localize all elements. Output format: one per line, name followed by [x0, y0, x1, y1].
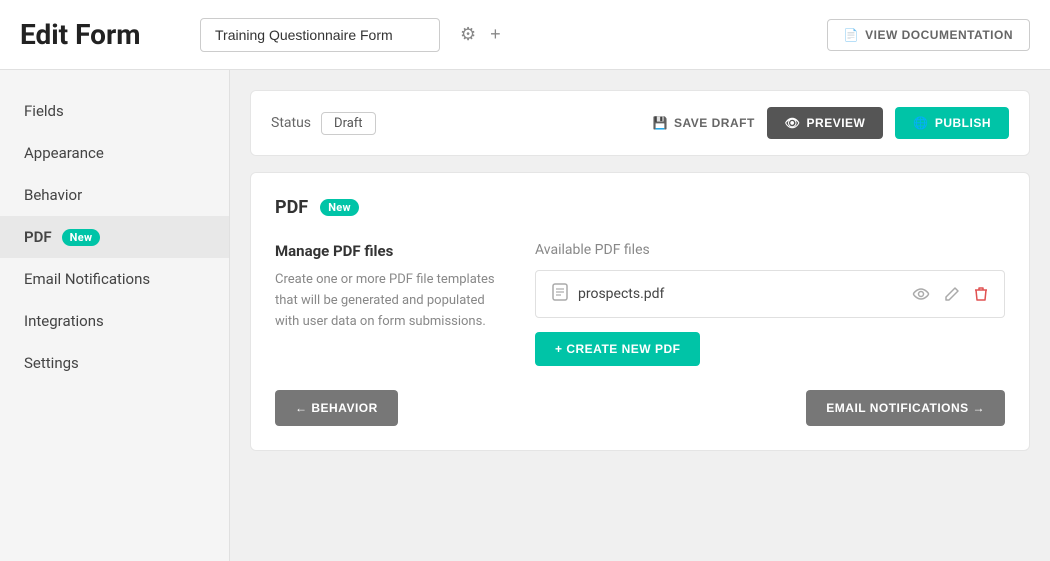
pdf-title: PDF — [275, 197, 308, 218]
save-draft-button[interactable]: 💾 SAVE DRAFT — [653, 116, 755, 130]
pdf-content: Manage PDF files Create one or more PDF … — [275, 242, 1005, 366]
new-badge: New — [62, 229, 101, 246]
view-doc-icon: 📄 — [844, 28, 859, 42]
preview-label: PREVIEW — [807, 116, 866, 130]
plus-icon[interactable]: + — [490, 24, 501, 45]
header: Edit Form ⚙ + 📄 VIEW DOCUMENTATION — [0, 0, 1050, 70]
view-pdf-button[interactable] — [912, 288, 930, 300]
back-behavior-button[interactable]: ← BEHAVIOR — [275, 390, 398, 426]
pdf-left-panel: Manage PDF files Create one or more PDF … — [275, 242, 495, 366]
main-content: Status Draft 💾 SAVE DRAFT 👁 PREVIEW 🌐 PU… — [230, 70, 1050, 561]
status-bar: Status Draft 💾 SAVE DRAFT 👁 PREVIEW 🌐 PU… — [250, 90, 1030, 156]
preview-button[interactable]: 👁 PREVIEW — [767, 107, 884, 139]
sidebar-item-pdf[interactable]: PDF New — [0, 216, 229, 258]
sidebar-item-label: Appearance — [24, 144, 104, 162]
manage-pdf-description: Create one or more PDF file templates th… — [275, 270, 495, 332]
page-title: Edit Form — [20, 18, 180, 51]
delete-pdf-button[interactable] — [974, 286, 988, 302]
pdf-file-name: prospects.pdf — [578, 286, 902, 302]
form-name-input[interactable] — [200, 18, 440, 52]
manage-pdf-title: Manage PDF files — [275, 242, 495, 260]
status-badge: Draft — [321, 112, 376, 135]
navigation-buttons: ← BEHAVIOR EMAIL NOTIFICATIONS → — [275, 390, 1005, 426]
view-doc-label: VIEW DOCUMENTATION — [865, 28, 1013, 42]
back-label: ← BEHAVIOR — [295, 401, 378, 415]
gear-icon[interactable]: ⚙ — [460, 24, 476, 45]
sidebar-item-integrations[interactable]: Integrations — [0, 300, 229, 342]
sidebar-item-label: Settings — [24, 354, 79, 372]
pdf-file-actions — [912, 286, 988, 302]
pdf-panel: PDF New Manage PDF files Create one or m… — [250, 172, 1030, 451]
save-draft-label: SAVE DRAFT — [674, 116, 755, 130]
sidebar-item-appearance[interactable]: Appearance — [0, 132, 229, 174]
sidebar-item-label: Behavior — [24, 186, 82, 204]
sidebar: Fields Appearance Behavior PDF New Email… — [0, 70, 230, 561]
create-new-pdf-button[interactable]: + CREATE NEW PDF — [535, 332, 700, 366]
sidebar-item-settings[interactable]: Settings — [0, 342, 229, 384]
view-documentation-button[interactable]: 📄 VIEW DOCUMENTATION — [827, 19, 1030, 51]
pdf-file-icon — [552, 283, 568, 305]
pdf-file-row: prospects.pdf — [535, 270, 1005, 318]
sidebar-item-email-notifications[interactable]: Email Notifications — [0, 258, 229, 300]
available-pdf-title: Available PDF files — [535, 242, 1005, 258]
header-icons: ⚙ + — [460, 24, 501, 45]
publish-button[interactable]: 🌐 PUBLISH — [895, 107, 1009, 139]
pdf-right-panel: Available PDF files prospects.pdf — [535, 242, 1005, 366]
sidebar-item-label: Fields — [24, 102, 64, 120]
sidebar-item-label: Email Notifications — [24, 270, 150, 288]
sidebar-item-label: PDF — [24, 228, 52, 246]
publish-icon: 🌐 — [913, 116, 928, 130]
preview-icon: 👁 — [785, 116, 801, 130]
sidebar-item-behavior[interactable]: Behavior — [0, 174, 229, 216]
pdf-section-header: PDF New — [275, 197, 1005, 218]
status-actions: 💾 SAVE DRAFT 👁 PREVIEW 🌐 PUBLISH — [653, 107, 1009, 139]
next-label: EMAIL NOTIFICATIONS → — [826, 401, 985, 415]
edit-pdf-button[interactable] — [944, 286, 960, 302]
next-email-notifications-button[interactable]: EMAIL NOTIFICATIONS → — [806, 390, 1005, 426]
sidebar-item-label: Integrations — [24, 312, 104, 330]
body: Fields Appearance Behavior PDF New Email… — [0, 70, 1050, 561]
create-pdf-label: + CREATE NEW PDF — [555, 342, 680, 356]
save-draft-icon: 💾 — [653, 116, 668, 130]
sidebar-item-fields[interactable]: Fields — [0, 90, 229, 132]
status-label: Status — [271, 115, 311, 131]
pdf-new-badge: New — [320, 199, 359, 216]
publish-label: PUBLISH — [935, 116, 991, 130]
